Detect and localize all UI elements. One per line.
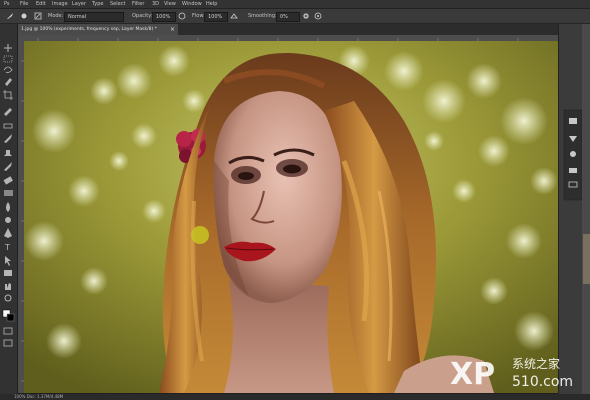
hand-tool-icon[interactable]: [5, 283, 11, 290]
menu-3d[interactable]: 3D: [152, 1, 159, 7]
watermark-logo: XP 系统之家 510.com: [450, 352, 585, 392]
document-tab-label: 1.jpg @ 100% (experiments, frequency sep…: [21, 27, 157, 32]
watermark-cn-text: 系统之家: [512, 356, 560, 371]
crop-tool-icon[interactable]: [3, 90, 13, 100]
pressure-size-icon[interactable]: [314, 12, 322, 20]
menu-help[interactable]: Help: [206, 1, 217, 7]
blur-tool-icon[interactable]: [6, 202, 10, 212]
history-brush-tool-icon[interactable]: [4, 162, 12, 171]
menu-edit[interactable]: Edit: [36, 1, 46, 7]
clone-stamp-tool-icon[interactable]: [4, 150, 12, 156]
flow-field[interactable]: 100%: [204, 12, 228, 22]
brush-tool-icon[interactable]: [6, 12, 14, 20]
brush-panel-icon[interactable]: [34, 12, 42, 20]
move-tool-icon[interactable]: [4, 44, 12, 52]
eyedropper-tool-icon[interactable]: [4, 108, 12, 116]
layers-panel-icon[interactable]: [569, 168, 577, 173]
pen-tool-icon[interactable]: [4, 228, 12, 238]
menu-file[interactable]: File: [20, 1, 28, 7]
panel-dock: [558, 24, 590, 394]
background-color-swatch[interactable]: [6, 313, 15, 322]
shape-tool-icon[interactable]: [4, 270, 12, 276]
dodge-tool-icon[interactable]: [5, 217, 11, 223]
menu-type[interactable]: Type: [92, 1, 103, 7]
document-canvas[interactable]: [24, 41, 558, 393]
smoothing-field[interactable]: 0%: [276, 12, 300, 22]
flow-label: Flow:: [192, 13, 205, 19]
collapsed-panel-strip[interactable]: [582, 24, 590, 394]
screen-mode-icon[interactable]: [3, 339, 13, 347]
menu-image[interactable]: Image: [52, 1, 68, 7]
marquee-tool-icon[interactable]: [3, 55, 13, 63]
menu-view[interactable]: View: [164, 1, 176, 7]
tools-panel: T: [0, 24, 18, 394]
mode-select[interactable]: Normal: [64, 12, 124, 22]
brush-tool-icon[interactable]: [4, 134, 12, 143]
adjustments-panel-icon[interactable]: [570, 151, 576, 157]
settings-gear-icon[interactable]: [302, 12, 310, 20]
history-panel-icon[interactable]: [569, 118, 577, 124]
document-tab[interactable]: 1.jpg @ 100% (experiments, frequency sep…: [18, 24, 178, 35]
pressure-opacity-icon[interactable]: [178, 12, 186, 20]
watermark-brand: XP: [450, 357, 495, 392]
eraser-tool-icon[interactable]: [3, 176, 13, 185]
opacity-field[interactable]: 100%: [152, 12, 176, 22]
menu-select[interactable]: Select: [110, 1, 125, 7]
menu-window[interactable]: Window: [182, 1, 202, 7]
healing-tool-icon[interactable]: [3, 123, 13, 129]
smoothing-value: 0%: [280, 14, 288, 20]
menu-bar: Ps File Edit Image Layer Type Select Fil…: [0, 0, 590, 9]
menu-filter[interactable]: Filter: [132, 1, 144, 7]
close-tab-icon[interactable]: ×: [170, 26, 175, 33]
mode-value: Normal: [68, 14, 87, 20]
ps-logo: Ps: [4, 1, 10, 7]
document-tab-bar: 1.jpg @ 100% (experiments, frequency sep…: [18, 24, 558, 35]
opacity-value: 100%: [156, 14, 171, 20]
portrait-photo: [24, 41, 558, 393]
flow-value: 100%: [208, 14, 223, 20]
opacity-label: Opacity:: [132, 13, 153, 19]
zoom-tool-icon[interactable]: [4, 294, 12, 302]
smoothing-label: Smoothing:: [248, 13, 277, 19]
quick-mask-icon[interactable]: [3, 327, 13, 335]
lasso-tool-icon[interactable]: [3, 66, 13, 74]
mode-label: Mode:: [48, 13, 64, 19]
airbrush-icon[interactable]: [230, 12, 238, 20]
watermark-domain: 510.com: [512, 374, 573, 390]
quick-select-tool-icon[interactable]: [5, 78, 12, 86]
menu-layer[interactable]: Layer: [72, 1, 86, 7]
path-select-tool-icon[interactable]: [5, 256, 11, 266]
color-swatches[interactable]: [2, 309, 15, 322]
gradient-tool-icon[interactable]: [4, 190, 13, 196]
brush-preset-icon[interactable]: [20, 12, 28, 20]
options-bar: Mode: Normal Opacity: 100% Flow: 100% Sm…: [0, 9, 590, 24]
status-bar: 100% Doc: 1.37M/4.48M: [0, 394, 590, 400]
type-tool-icon[interactable]: T: [4, 243, 10, 252]
status-text: 100% Doc: 1.37M/4.48M: [14, 394, 64, 399]
brush-cursor: [191, 226, 209, 244]
